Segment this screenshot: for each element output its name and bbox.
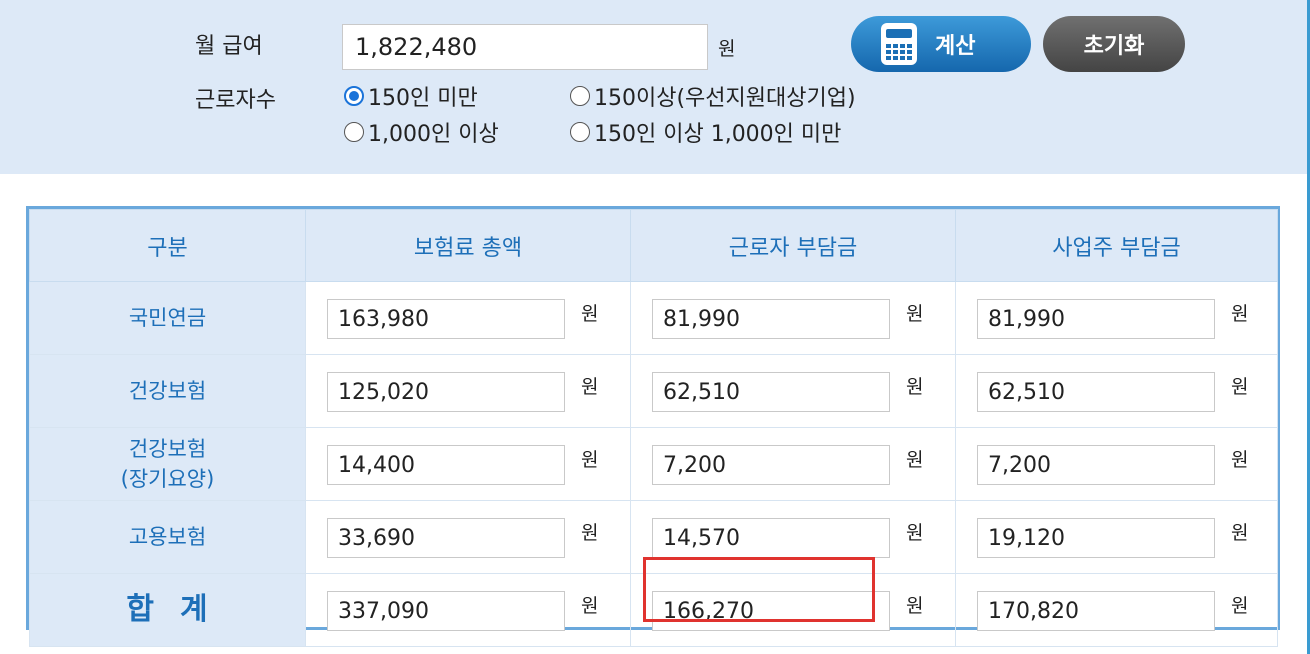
unit-label: 원 [1231,449,1249,471]
longterm-employer-field[interactable] [977,445,1215,485]
header-employer: 사업주 부담금 [955,209,1278,282]
health-employer-field[interactable] [977,372,1215,412]
table-row: 건강보험 (장기요양) 원 원 원 [29,427,1278,501]
employment-employer-field[interactable] [977,518,1215,558]
unit-label: 원 [906,303,924,325]
unit-label: 원 [1231,376,1249,398]
insurance-table: 구분 보험료 총액 근로자 부담금 사업주 부담금 국민연금 원 원 원 건강보… [26,206,1280,647]
radio-unchecked-icon[interactable] [570,86,590,106]
sum-total-field[interactable] [327,591,565,631]
unit-label: 원 [1231,522,1249,544]
radio-label: 1,000인 이상 [368,122,499,147]
unit-label: 원 [581,449,599,471]
radio-150-priority[interactable]: 150이상(우선지원대상기업) [570,80,856,112]
unit-label: 원 [581,522,599,544]
longterm-employee-field[interactable] [652,445,890,485]
row-label-pension: 국민연금 [29,281,306,355]
radio-unchecked-icon[interactable] [570,122,590,142]
input-panel: 월 급여 원 계산 초기화 근로자수 150인 미만 150이상(우선지원대상기… [0,0,1310,174]
table-row: 국민연금 원 원 원 [29,281,1278,355]
calculate-button-label: 계산 [935,34,976,59]
unit-label: 원 [1231,303,1249,325]
salary-label: 월 급여 [195,34,263,59]
table-row: 고용보험 원 원 원 [29,500,1278,574]
row-label-health: 건강보험 [29,354,306,428]
unit-label: 원 [906,376,924,398]
unit-label: 원 [1231,595,1249,617]
row-label-line2: (장기요양) [120,467,215,491]
radio-checked-icon[interactable] [344,86,364,106]
health-employee-field[interactable] [652,372,890,412]
pension-total-field[interactable] [327,299,565,339]
row-label-total: 합계 [29,573,306,647]
health-total-field[interactable] [327,372,565,412]
employment-employee-field[interactable] [652,518,890,558]
longterm-total-field[interactable] [327,445,565,485]
workers-label: 근로자수 [195,88,276,113]
radio-label: 150인 이상 1,000인 미만 [594,122,842,147]
reset-button-label: 초기화 [1083,34,1145,59]
sum-employee-field[interactable] [652,591,890,631]
header-total: 보험료 총액 [305,209,631,282]
sum-employer-field[interactable] [977,591,1215,631]
unit-label: 원 [906,595,924,617]
radio-label: 150인 미만 [368,86,478,111]
radio-label: 150이상(우선지원대상기업) [594,86,856,111]
reset-button[interactable]: 초기화 [1043,16,1185,72]
unit-label: 원 [906,449,924,471]
calculator-icon [881,23,917,65]
table-row-total: 합계 원 원 원 [29,573,1278,647]
table-row: 건강보험 원 원 원 [29,354,1278,428]
pension-employee-field[interactable] [652,299,890,339]
pension-employer-field[interactable] [977,299,1215,339]
calculate-button[interactable]: 계산 [851,16,1031,72]
unit-label: 원 [581,376,599,398]
header-category: 구분 [29,209,306,282]
row-label-line1: 건강보험 [128,437,207,461]
unit-label: 원 [906,522,924,544]
salary-unit: 원 [718,38,736,60]
header-employee: 근로자 부담금 [630,209,956,282]
unit-label: 원 [581,303,599,325]
employment-total-field[interactable] [327,518,565,558]
radio-unchecked-icon[interactable] [344,122,364,142]
table-header-row: 구분 보험료 총액 근로자 부담금 사업주 부담금 [29,209,1278,282]
row-label-longterm-care: 건강보험 (장기요양) [29,427,306,501]
salary-input[interactable] [342,24,708,70]
radio-1000-plus[interactable]: 1,000인 이상 [344,116,499,148]
radio-under-150[interactable]: 150인 미만 [344,80,478,112]
unit-label: 원 [581,595,599,617]
row-label-employment: 고용보험 [29,500,306,574]
radio-150-to-1000[interactable]: 150인 이상 1,000인 미만 [570,116,841,148]
